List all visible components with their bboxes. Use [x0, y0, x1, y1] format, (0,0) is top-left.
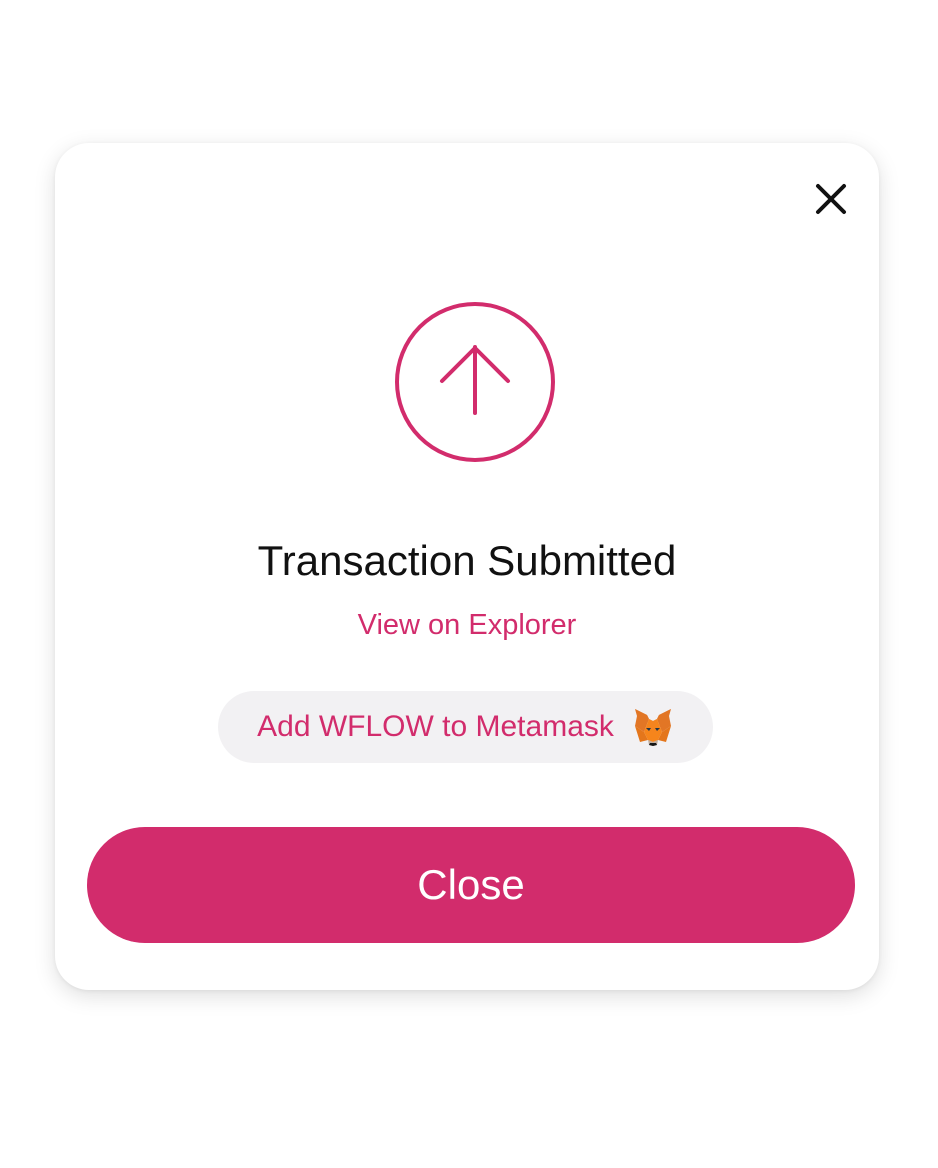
close-button[interactable]: Close: [87, 827, 855, 943]
add-token-to-metamask-button[interactable]: Add WFLOW to Metamask: [218, 691, 713, 763]
add-token-label: Add WFLOW to Metamask: [257, 710, 614, 743]
transaction-submitted-modal: Transaction Submitted View on Explorer A…: [55, 143, 879, 990]
modal-title: Transaction Submitted: [257, 537, 677, 584]
arrow-up-circle-icon: [394, 301, 556, 463]
close-button-label: Close: [417, 861, 525, 908]
close-icon[interactable]: [809, 177, 853, 221]
metamask-fox-icon: [632, 706, 674, 748]
view-on-explorer-link[interactable]: View on Explorer: [55, 607, 879, 643]
